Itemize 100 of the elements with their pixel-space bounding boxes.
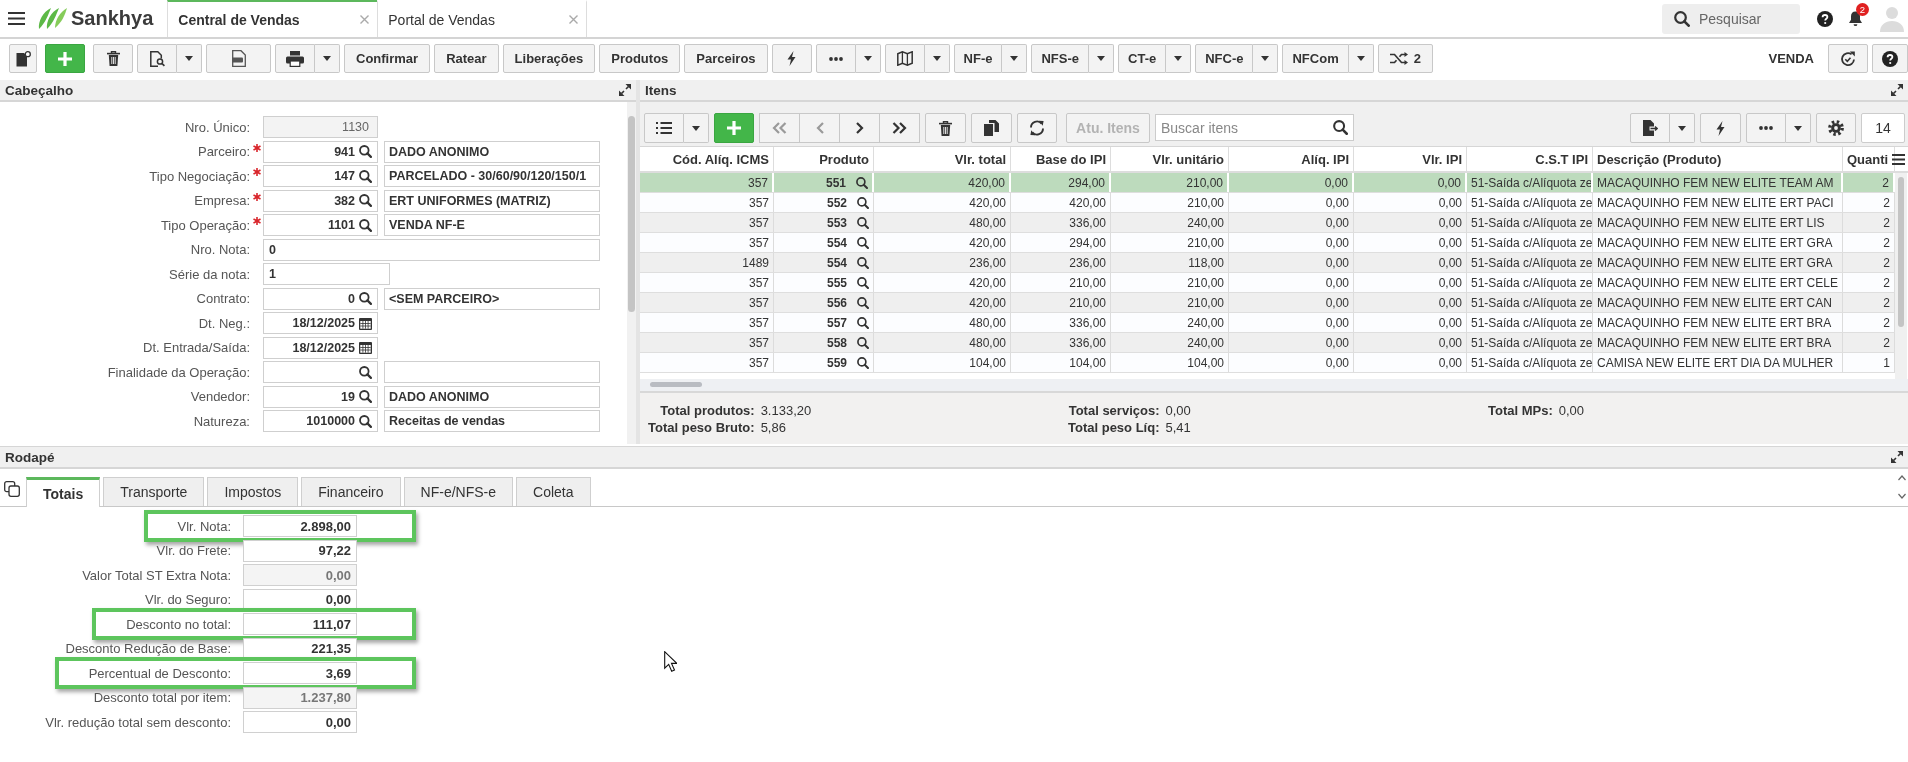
scroll-arrows-icon[interactable] [1898, 475, 1906, 499]
search-icon[interactable] [359, 145, 372, 158]
dropdown-button[interactable] [1348, 44, 1374, 73]
column-header[interactable]: Quanti [1843, 147, 1895, 171]
input-field[interactable]: 1 [263, 263, 390, 285]
delete-button[interactable] [925, 113, 966, 143]
document-button[interactable]: CT-e [1118, 44, 1167, 73]
code-field[interactable]: 1101 [263, 214, 378, 236]
description-field[interactable]: <SEM PARCEIRO> [384, 287, 600, 310]
add-button[interactable] [45, 44, 85, 73]
value-field[interactable]: 111,07 [243, 613, 357, 635]
document-button[interactable]: NFC-e [1195, 44, 1254, 73]
table-row[interactable]: 357 554 420,00 294,00 210,00 0,00 0,00 51-Saída c/Alíquota ze MACAQUINHO FEM NEW ELITE ERT GRA 2 [640, 233, 1895, 253]
code-field[interactable]: 0 [263, 287, 378, 310]
more-button[interactable] [1746, 113, 1786, 143]
tab[interactable]: Portal de Vendas [377, 0, 588, 37]
description-field[interactable]: DADO ANONIMO [384, 140, 600, 163]
value-field[interactable]: 0,00 [243, 588, 357, 611]
code-field[interactable]: 941 [263, 140, 378, 163]
search-icon[interactable] [856, 176, 868, 189]
table-row[interactable]: 357 557 480,00 336,00 240,00 0,00 0,00 51-Saída c/Alíquota ze MACAQUINHO FEM NEW ELITE ERT BRA 2 [640, 313, 1895, 333]
search-field[interactable]: Pesquisar [1662, 3, 1800, 34]
column-header[interactable]: Cód. Alíq. ICMS [640, 147, 774, 171]
search-icon[interactable] [359, 218, 372, 232]
table-row[interactable]: 357 551 420,00 294,00 210,00 0,00 0,00 51-Saída c/Alíquota ze MACAQUINHO FEM NEW ELITE TEAM AM 2 [640, 173, 1895, 193]
value-field[interactable]: 3,69 [243, 662, 357, 684]
quick-action-button[interactable] [1700, 113, 1741, 143]
help-icon[interactable] [1882, 50, 1898, 67]
value-field[interactable]: 97,22 [243, 539, 357, 562]
code-field[interactable] [263, 361, 378, 383]
document-button[interactable]: NFS-e [1031, 44, 1090, 73]
sync-button[interactable] [1828, 44, 1868, 73]
description-field[interactable]: ERT UNIFORMES (MATRIZ) [384, 189, 600, 212]
quick-action-button[interactable] [771, 44, 812, 73]
file-button[interactable] [206, 44, 271, 73]
value-field[interactable]: 2.898,00 [243, 515, 357, 537]
tab[interactable]: Central de Vendas [167, 0, 378, 37]
search-icon[interactable] [359, 365, 372, 379]
column-header[interactable]: Alíq. IPI [1229, 147, 1354, 171]
dropdown-button[interactable] [177, 44, 202, 73]
search-icon[interactable] [857, 296, 869, 309]
column-header[interactable]: Produto [774, 147, 874, 171]
table-row[interactable]: 357 558 480,00 336,00 240,00 0,00 0,00 51-Saída c/Alíquota ze MACAQUINHO FEM NEW ELITE ERT BRA 2 [640, 333, 1895, 353]
vertical-scrollbar[interactable] [1895, 173, 1907, 379]
column-header[interactable]: Descrição (Produto) [1593, 147, 1843, 171]
file-search-button[interactable] [137, 44, 177, 73]
toolbar-button[interactable]: Produtos [599, 44, 681, 73]
tab[interactable]: NF-e/NFS-e [403, 477, 514, 506]
expand-icon[interactable] [1891, 84, 1903, 96]
calendar-icon[interactable] [359, 341, 372, 354]
value-field[interactable]: 0,00 [243, 711, 357, 733]
search-field[interactable]: Buscar itens [1155, 114, 1354, 141]
description-field[interactable]: Receitas de vendas [384, 410, 600, 432]
table-row[interactable]: 357 555 420,00 210,00 210,00 0,00 0,00 51-Saída c/Alíquota ze MACAQUINHO FEM NEW ELITE ERT CELE 2 [640, 273, 1895, 293]
dropdown-button[interactable] [1089, 44, 1115, 73]
tab[interactable]: Coleta [516, 477, 591, 506]
search-icon[interactable] [857, 256, 869, 269]
column-header[interactable]: Base do IPI [1011, 147, 1111, 171]
column-header[interactable]: Vlr. IPI [1354, 147, 1467, 171]
table-row[interactable]: 357 559 104,00 104,00 104,00 0,00 0,00 51-Saída c/Alíquota ze CAMISA NEW ELITE ERT DIA DA MULHER 1 [640, 353, 1895, 373]
vertical-scrollbar[interactable] [627, 102, 636, 444]
dropdown-button[interactable] [855, 44, 881, 73]
search-icon[interactable] [857, 276, 869, 289]
column-header[interactable]: Vlr. unitário [1111, 147, 1229, 171]
delete-button[interactable] [93, 44, 133, 73]
tab[interactable]: Transporte [103, 477, 205, 506]
search-icon[interactable] [359, 292, 372, 305]
print-button[interactable] [275, 44, 315, 73]
search-icon[interactable] [1333, 120, 1348, 135]
column-header[interactable]: C.S.T IPI [1467, 147, 1593, 171]
search-icon[interactable] [857, 336, 869, 349]
dropdown-button[interactable] [315, 44, 340, 73]
new-button[interactable] [9, 44, 37, 73]
help-button[interactable] [1872, 44, 1908, 73]
copy-icon[interactable] [4, 481, 20, 497]
table-row[interactable]: 357 556 420,00 210,00 210,00 0,00 0,00 51-Saída c/Alíquota ze MACAQUINHO FEM NEW ELITE ERT CAN 2 [640, 293, 1895, 313]
column-menu-icon[interactable] [1892, 153, 1905, 165]
toolbar-button[interactable]: Confirmar [344, 44, 431, 73]
help-icon[interactable] [1817, 10, 1833, 27]
description-field[interactable]: DADO ANONIMO [384, 385, 600, 408]
menu-icon[interactable] [8, 12, 25, 25]
dropdown-button[interactable] [1786, 113, 1811, 143]
switch-button[interactable]: 2 [1377, 44, 1433, 73]
date-field[interactable]: 18/12/2025 [263, 312, 378, 334]
tab[interactable]: Impostos [207, 477, 299, 506]
tab[interactable]: Financeiro [301, 477, 401, 506]
document-button[interactable]: NF-e [953, 44, 1003, 73]
search-icon[interactable] [359, 194, 372, 207]
search-icon[interactable] [857, 216, 869, 229]
search-icon[interactable] [857, 316, 869, 329]
tab[interactable]: Totais [26, 477, 101, 507]
more-button[interactable] [815, 44, 856, 73]
search-icon[interactable] [359, 414, 372, 428]
code-field[interactable]: 1010000 [263, 410, 378, 432]
search-icon[interactable] [359, 390, 372, 403]
dropdown-button[interactable] [1002, 44, 1028, 73]
copy-button[interactable] [971, 113, 1012, 143]
dropdown-button[interactable] [1670, 113, 1695, 143]
date-field[interactable]: 18/12/2025 [263, 336, 378, 359]
map-button[interactable] [884, 44, 925, 73]
